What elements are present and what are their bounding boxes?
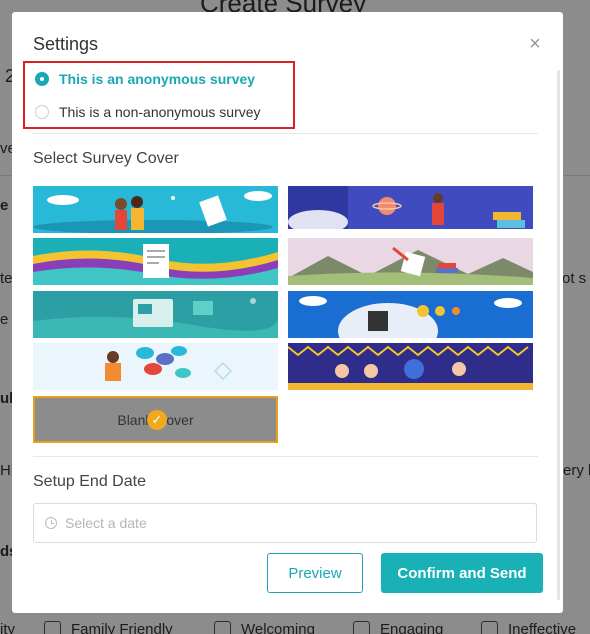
modal-scrollbar[interactable] <box>557 70 560 600</box>
date-placeholder: Select a date <box>65 515 147 531</box>
family-illustration-cover[interactable] <box>33 186 278 233</box>
non-anonymous-option[interactable]: This is a non-anonymous survey <box>35 104 261 120</box>
radio-checked-icon[interactable] <box>35 72 49 86</box>
end-date-label: Setup End Date <box>33 473 146 490</box>
emoji-feedback-cover[interactable] <box>288 291 533 338</box>
clock-icon <box>45 517 57 529</box>
cover-section-label: Select Survey Cover <box>33 150 179 167</box>
preview-button[interactable]: Preview <box>267 553 363 593</box>
document-waves-cover[interactable] <box>33 238 278 285</box>
anonymous-option-label: This is an anonymous survey <box>59 71 256 87</box>
close-icon[interactable]: × <box>526 34 544 54</box>
settings-modal: Settings × This is an anonymous survey T… <box>12 12 563 613</box>
section-divider <box>33 133 538 134</box>
anonymous-option[interactable]: This is an anonymous survey <box>35 71 255 87</box>
section-divider <box>33 456 538 457</box>
blank-cover-option[interactable]: Blank Cover ✓ <box>33 396 278 443</box>
computer-teal-cover[interactable] <box>33 291 278 338</box>
confirm-send-button[interactable]: Confirm and Send <box>381 553 543 593</box>
anonymity-radio-group: This is an anonymous survey This is a no… <box>23 61 295 129</box>
end-date-input[interactable]: Select a date <box>33 503 537 543</box>
speech-bubbles-cover[interactable] <box>33 343 278 390</box>
mountains-books-cover[interactable] <box>288 238 533 285</box>
space-reading-cover[interactable] <box>288 186 533 233</box>
celebration-bunting-cover[interactable] <box>288 343 533 390</box>
check-icon: ✓ <box>147 410 167 430</box>
non-anonymous-option-label: This is a non-anonymous survey <box>59 104 261 120</box>
radio-unchecked-icon[interactable] <box>35 105 49 119</box>
modal-title: Settings <box>33 34 99 54</box>
